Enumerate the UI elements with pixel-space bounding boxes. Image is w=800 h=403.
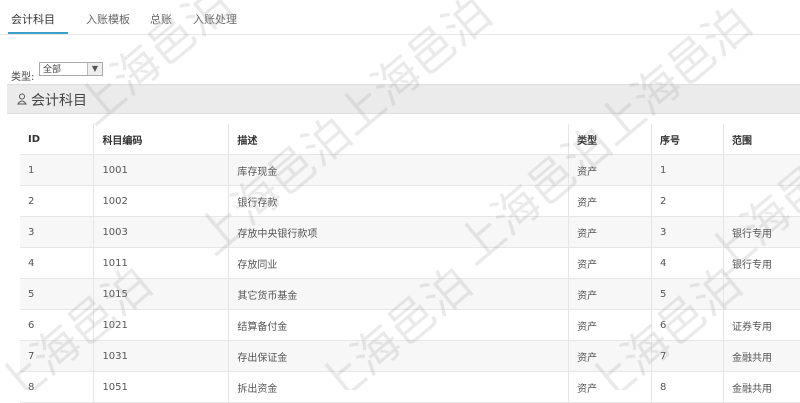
cell-code: 1002	[93, 185, 230, 217]
cell-scope: 金融共用	[723, 340, 800, 372]
cell-id: 8	[20, 371, 95, 403]
cell-code: 1011	[93, 247, 230, 279]
cell-scope: 银行专用	[723, 216, 800, 248]
type-filter-label: 类型:	[11, 72, 35, 83]
table-row[interactable]: 5 1015 其它货币基金 资产 5	[20, 278, 800, 310]
chevron-down-icon[interactable]: ▼	[87, 63, 102, 75]
panel-title: 会计科目	[31, 93, 87, 109]
cell-scope	[723, 185, 800, 217]
cell-type: 资产	[568, 247, 653, 279]
column-header-sequence[interactable]: 序号	[651, 124, 724, 155]
cell-sequence: 2	[651, 185, 724, 217]
cell-description: 其它货币基金	[228, 278, 570, 310]
cell-id: 3	[20, 216, 95, 248]
cell-sequence: 3	[651, 216, 724, 248]
cell-code: 1031	[93, 340, 230, 372]
table-row[interactable]: 1 1001 库存现金 资产 1	[20, 154, 800, 186]
table-header-row: ID 科目编码 描述 类型 序号 范围	[20, 124, 800, 155]
active-tab-indicator	[8, 32, 68, 34]
cell-scope: 银行专用	[723, 247, 800, 279]
cell-scope	[723, 154, 800, 186]
cell-id: 6	[20, 309, 95, 341]
cell-sequence: 6	[651, 309, 724, 341]
cell-code: 1015	[93, 278, 230, 310]
tab-accounting-subjects[interactable]: 会计科目	[11, 11, 55, 27]
cell-description: 存放同业	[228, 247, 570, 279]
type-select-value: 全部	[43, 65, 62, 75]
panel-header: 会计科目	[7, 84, 800, 114]
cell-id: 7	[20, 340, 95, 372]
cell-scope: 金融共用	[723, 371, 800, 403]
tab-posting-processing[interactable]: 入账处理	[193, 11, 237, 27]
table-row[interactable]: 6 1021 结算备付金 资产 6 证券专用	[20, 309, 800, 341]
cell-description: 库存现金	[228, 154, 570, 186]
cell-type: 资产	[568, 340, 653, 372]
table-row[interactable]: 8 1051 拆出资金 资产 8 金融共用	[20, 371, 800, 403]
cell-description: 结算备付金	[228, 309, 570, 341]
column-header-description[interactable]: 描述	[228, 124, 570, 155]
type-select[interactable]: 全部 ▼	[39, 62, 103, 76]
cell-id: 1	[20, 154, 95, 186]
cell-scope: 证券专用	[723, 309, 800, 341]
cell-sequence: 7	[651, 340, 724, 372]
table-row[interactable]: 4 1011 存放同业 资产 4 银行专用	[20, 247, 800, 279]
column-header-code[interactable]: 科目编码	[93, 124, 230, 155]
cell-code: 1003	[93, 216, 230, 248]
tab-posting-template[interactable]: 入账模板	[86, 11, 130, 27]
cell-id: 2	[20, 185, 95, 217]
cell-sequence: 8	[651, 371, 724, 403]
user-icon	[17, 93, 27, 105]
cell-code: 1021	[93, 309, 230, 341]
cell-id: 4	[20, 247, 95, 279]
cell-type: 资产	[568, 216, 653, 248]
cell-id: 5	[20, 278, 95, 310]
column-header-scope[interactable]: 范围	[723, 124, 800, 155]
cell-code: 1051	[93, 371, 230, 403]
cell-sequence: 4	[651, 247, 724, 279]
cell-type: 资产	[568, 185, 653, 217]
accounts-table: ID 科目编码 描述 类型 序号 范围 1 1001 库存现金 资产 1 2 1…	[20, 124, 800, 403]
cell-code: 1001	[93, 154, 230, 186]
column-header-id[interactable]: ID	[20, 124, 95, 155]
cell-sequence: 1	[651, 154, 724, 186]
cell-type: 资产	[568, 371, 653, 403]
cell-type: 资产	[568, 309, 653, 341]
table-row[interactable]: 3 1003 存放中央银行款项 资产 3 银行专用	[20, 216, 800, 248]
cell-type: 资产	[568, 154, 653, 186]
cell-scope	[723, 278, 800, 310]
cell-description: 存放中央银行款项	[228, 216, 570, 248]
table-row[interactable]: 2 1002 银行存款 资产 2	[20, 185, 800, 217]
cell-type: 资产	[568, 278, 653, 310]
tab-general-ledger[interactable]: 总账	[150, 11, 172, 27]
cell-sequence: 5	[651, 278, 724, 310]
column-header-type[interactable]: 类型	[568, 124, 653, 155]
tab-bar: 会计科目 入账模板 总账 入账处理	[0, 0, 800, 35]
cell-description: 银行存款	[228, 185, 570, 217]
cell-description: 存出保证金	[228, 340, 570, 372]
cell-description: 拆出资金	[228, 371, 570, 403]
table-row[interactable]: 7 1031 存出保证金 资产 7 金融共用	[20, 340, 800, 372]
